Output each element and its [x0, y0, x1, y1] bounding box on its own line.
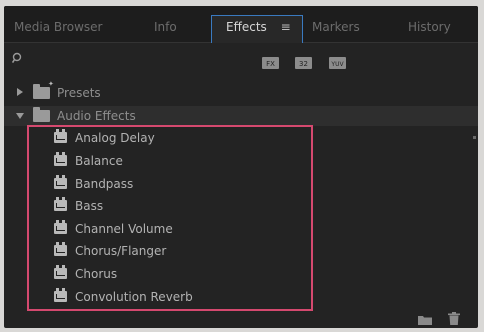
- effect-label: Analog Delay: [75, 131, 155, 145]
- audio-effect-icon: [54, 288, 67, 302]
- tab-effects[interactable]: Effects ≡: [211, 15, 303, 43]
- tree-item-label: Audio Effects: [57, 109, 136, 123]
- effect-item[interactable]: Bandpass: [29, 174, 309, 194]
- tab-bar: Media Browser Info Effects ≡ Markers His…: [4, 6, 478, 43]
- scrollbar[interactable]: [473, 136, 476, 139]
- collapse-arrow-icon[interactable]: [16, 113, 24, 119]
- effect-item[interactable]: Convolution Reverb: [29, 287, 309, 307]
- yuv-effects-icon[interactable]: YUV: [329, 57, 346, 69]
- accelerated-effects-label: FX: [266, 60, 275, 68]
- effect-label: Chorus/Flanger: [75, 244, 167, 258]
- folder-icon: [33, 107, 50, 122]
- effects-panel: Media Browser Info Effects ≡ Markers His…: [4, 6, 478, 328]
- effect-label: Chorus: [75, 267, 118, 281]
- trash-icon[interactable]: [448, 312, 460, 325]
- audio-effect-icon: [54, 197, 67, 211]
- effect-label: Bass: [75, 199, 104, 213]
- tree-item-label: Presets: [57, 86, 101, 100]
- effect-item[interactable]: Channel Volume: [29, 219, 309, 239]
- tab-markers[interactable]: Markers: [312, 16, 360, 42]
- effect-item[interactable]: Analog Delay: [29, 128, 309, 148]
- audio-effect-icon: [54, 242, 67, 256]
- effect-item[interactable]: Chorus/Flanger: [29, 241, 309, 261]
- effect-label: Balance: [75, 154, 123, 168]
- effects-highlight-box: Analog Delay Balance Bandpass Bass Chann…: [27, 125, 313, 311]
- audio-effect-icon: [54, 220, 67, 234]
- audio-effect-icon: [54, 265, 67, 279]
- search-bar: FX 32 YUV: [4, 43, 478, 79]
- presets-folder-icon: ✦: [33, 81, 54, 99]
- effect-label: Channel Volume: [75, 222, 173, 236]
- 32-bit-effects-icon[interactable]: 32: [295, 57, 312, 69]
- 32-bit-effects-label: 32: [299, 60, 308, 68]
- new-bin-icon[interactable]: [418, 315, 432, 325]
- hamburger-menu-icon[interactable]: ≡: [281, 16, 291, 38]
- tree-item-presets[interactable]: ✦ Presets: [4, 81, 478, 103]
- tree-item-audio-effects[interactable]: Audio Effects: [4, 106, 478, 126]
- audio-effect-icon: [54, 175, 67, 189]
- audio-effect-icon: [54, 152, 67, 166]
- tab-info[interactable]: Info: [154, 16, 177, 42]
- effect-label: Convolution Reverb: [75, 290, 193, 304]
- audio-effect-icon: [54, 129, 67, 143]
- effect-item[interactable]: Bass: [29, 196, 309, 216]
- tab-effects-label: Effects: [226, 20, 267, 34]
- effect-label: Bandpass: [75, 177, 134, 191]
- effect-item[interactable]: Balance: [29, 151, 309, 171]
- search-icon[interactable]: [12, 52, 24, 64]
- tab-history[interactable]: History: [408, 16, 451, 42]
- tab-media-browser[interactable]: Media Browser: [14, 16, 102, 42]
- accelerated-effects-icon[interactable]: FX: [262, 57, 279, 69]
- yuv-effects-label: YUV: [330, 61, 344, 68]
- expand-arrow-icon[interactable]: [17, 88, 23, 96]
- effect-item[interactable]: Chorus: [29, 264, 309, 284]
